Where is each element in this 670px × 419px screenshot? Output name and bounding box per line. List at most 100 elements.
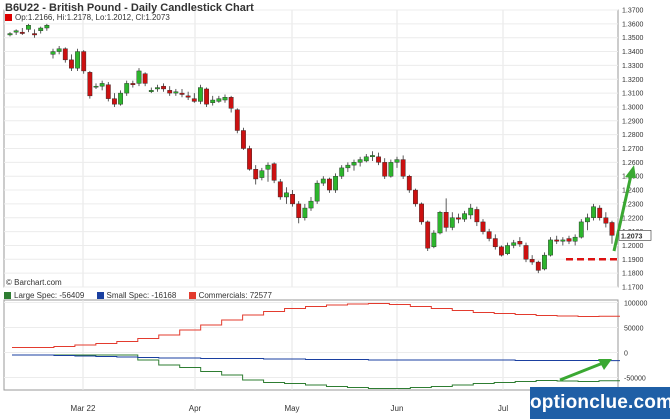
price-tick-label: 1.2400 [622,188,644,195]
candle-body [603,217,609,224]
legend-label-small-spec: Small Spec: -16168 [106,291,177,300]
month-label: May [284,404,299,413]
legend-small-spec: Small Spec: -16168 [96,291,177,300]
candle-body [105,84,111,99]
legend-label-large-spec: Large Spec: -56409 [14,291,85,300]
candle-body [19,31,25,34]
candle-body [167,90,173,94]
candle-body [585,217,590,223]
candle-body [50,51,56,55]
candle-body [339,167,345,177]
candle-body [173,91,179,94]
month-label: Apr [189,404,202,413]
price-tick-label: 1.2200 [622,215,644,222]
candle-body [609,222,615,236]
price-tick-label: 1.1900 [622,257,644,264]
candle-body [87,72,93,97]
candle-body [357,159,363,163]
cot-tick-label: 0 [624,351,628,358]
candle-body [388,162,394,177]
candle-body [572,236,578,242]
price-tick-label: 1.3100 [622,91,644,98]
legend-label-commercials: Commercials: 72577 [198,291,272,300]
candle-body [75,51,80,69]
candle-body [185,95,191,98]
candle-body [431,232,437,248]
legend-large-spec: Large Spec: -56409 [4,291,84,300]
watermark[interactable]: optionclue.com [530,387,670,419]
candle-body [271,163,277,181]
candle-body [333,175,338,191]
ohlc-readout: Op:1.2166, Hi:1.2178, Lo:1.2012, Cl:1.20… [5,13,170,22]
candle-body [327,178,332,191]
candle-body [548,239,553,256]
candle-body [468,207,474,216]
price-arrow-head [625,165,636,179]
candle-body [542,254,547,270]
month-label: Jun [391,404,404,413]
candle-body [351,162,357,166]
candle-body [32,33,37,36]
candle-body [425,221,431,249]
candle-body [38,27,44,31]
candle-body [400,159,406,177]
price-tick-label: 1.3200 [622,77,644,84]
month-label: Jul [498,404,508,413]
price-tick-label: 1.3300 [622,63,644,70]
candle-body [320,178,326,184]
candle-body [13,30,19,33]
candle-body [591,206,596,218]
candle-body [99,83,105,87]
candle-body [480,221,486,232]
cot-legend: Large Spec: -56409 Small Spec: -16168 Co… [4,291,282,300]
candle-body [382,162,388,177]
price-tick-label: 1.1800 [622,271,644,278]
chart-svg: 1.17001.18001.19001.20001.21001.22001.23… [3,8,652,413]
candle-body [210,99,216,103]
candle-body [486,231,492,239]
candle-body [314,182,320,202]
cot-tick-label: 100000 [624,301,647,308]
legend-swatch-small-spec [96,292,104,300]
candle-body [284,192,289,198]
candle-body [118,92,123,105]
candle-body [302,207,308,218]
candle-body [222,97,228,101]
price-tick-label: 1.2800 [622,132,644,139]
price-tick-label: 1.2000 [622,243,644,250]
candle-body [155,87,160,90]
candle-body [376,156,381,163]
candle-body [535,261,541,271]
candle-body [437,212,443,234]
candle-body [523,245,529,260]
candle-body [345,164,351,169]
candle-body [130,83,136,85]
candle-body [69,59,74,69]
legend-swatch-large-spec [4,292,11,300]
last-price-label: 1.2073 [621,233,643,240]
candle-body [296,203,302,218]
candle-body [259,170,265,178]
price-tick-label: 1.3400 [622,49,644,56]
candle-body [179,92,185,95]
candle-body [505,245,510,254]
candle-body [499,246,504,256]
ohlc-swatch [5,14,12,22]
candle-body [363,156,369,162]
candle-body [578,221,584,238]
candle-body [406,175,412,191]
candle-body [161,85,166,90]
candle-body [529,259,535,263]
candle-body [462,213,467,220]
candle-body [93,85,99,88]
candle-body [566,238,572,242]
candle-body [253,169,259,180]
candle-body [204,88,209,105]
candle-body [474,209,480,223]
candle-body [554,239,560,242]
candle-body [277,181,283,198]
candle-body [290,194,295,205]
candle-body [265,164,271,170]
candle-body [511,242,517,246]
candle-body [234,109,240,131]
